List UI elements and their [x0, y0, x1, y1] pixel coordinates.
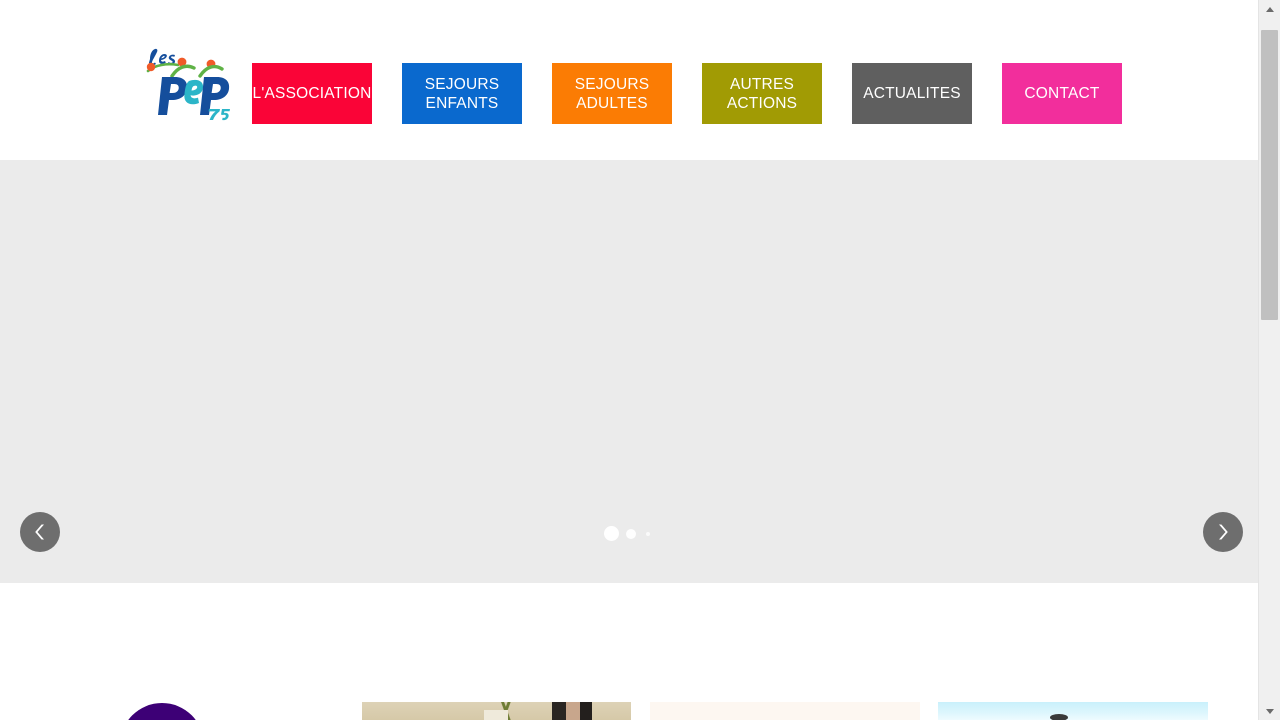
content-section	[0, 583, 1258, 720]
loading-dot-1	[604, 526, 619, 541]
window-scrollbar[interactable]	[1258, 0, 1280, 720]
nav-item-contact[interactable]: CONTACT	[1002, 63, 1122, 124]
scrollbar-thumb[interactable]	[1261, 30, 1278, 320]
person-decor	[552, 702, 592, 720]
triangle-up-glyph	[1265, 6, 1274, 12]
sky-subject-decor	[1050, 714, 1068, 720]
slider-prev-button[interactable]	[20, 512, 60, 552]
vase-decor	[484, 710, 508, 720]
slider-next-button[interactable]	[1203, 512, 1243, 552]
scroll-up-arrow-icon[interactable]	[1259, 0, 1280, 18]
nav-item-actualites[interactable]: ACTUALITES	[852, 63, 972, 124]
scroll-down-arrow-icon[interactable]	[1259, 702, 1280, 720]
triangle-down-glyph	[1265, 708, 1274, 714]
nav-item-sejours-enfants[interactable]: SEJOURS ENFANTS	[402, 63, 522, 124]
page-viewport: L'ASSOCIATION SEJOURS ENFANTS SEJOURS AD…	[0, 0, 1258, 720]
chevron-right-icon	[1216, 523, 1230, 541]
nav-item-association[interactable]: L'ASSOCIATION	[252, 63, 372, 124]
site-header: L'ASSOCIATION SEJOURS ENFANTS SEJOURS AD…	[0, 0, 1258, 160]
hero-slider	[0, 160, 1258, 583]
les-pep-75-logo[interactable]	[142, 45, 230, 123]
loading-dots-icon	[604, 526, 656, 542]
sky-photo-thumbnail[interactable]	[938, 702, 1208, 720]
loading-dot-3	[646, 532, 650, 536]
chevron-left-icon	[33, 523, 47, 541]
loading-dot-2	[626, 529, 636, 539]
interior-photo-thumbnail[interactable]	[362, 702, 631, 720]
nav-item-sejours-adultes[interactable]: SEJOURS ADULTES	[552, 63, 672, 124]
cream-photo-thumbnail[interactable]	[650, 702, 920, 720]
nav-item-autres-actions[interactable]: AUTRES ACTIONS	[702, 63, 822, 124]
